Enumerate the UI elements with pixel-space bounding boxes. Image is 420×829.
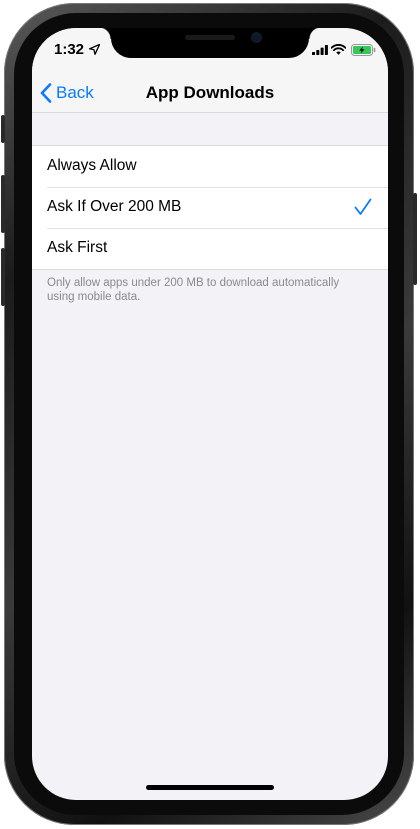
download-options-list: Always Allow Ask If Over 200 MB Ask Firs… <box>32 145 388 270</box>
option-ask-if-over-200mb[interactable]: Ask If Over 200 MB <box>32 187 388 228</box>
wifi-icon <box>331 44 346 55</box>
footnote-text: Only allow apps under 200 MB to download… <box>47 277 340 303</box>
earpiece-speaker <box>185 35 235 40</box>
navigation-bar: Back App Downloads <box>32 72 388 113</box>
option-label: Always Allow <box>47 157 137 174</box>
option-ask-first[interactable]: Ask First <box>32 228 388 269</box>
power-button <box>413 193 417 285</box>
status-time: 1:32 <box>54 41 85 58</box>
checkmark-icon <box>354 198 372 215</box>
front-camera <box>252 33 261 42</box>
screen: 1:32 Back App Downloads Always Allow Ask… <box>32 28 388 800</box>
back-label: Back <box>56 83 94 102</box>
silent-switch <box>1 115 5 143</box>
back-button[interactable]: Back <box>40 81 94 105</box>
location-arrow-icon <box>89 44 100 55</box>
option-label: Ask First <box>47 239 108 256</box>
battery-charging-icon <box>351 44 376 56</box>
volume-up-button <box>1 175 5 233</box>
volume-down-button <box>1 248 5 306</box>
home-indicator[interactable] <box>146 785 274 790</box>
cellular-signal-icon <box>312 45 328 55</box>
chevron-left-icon <box>40 83 52 103</box>
option-always-allow[interactable]: Always Allow <box>32 146 388 187</box>
notch <box>99 28 321 58</box>
option-label: Ask If Over 200 MB <box>47 198 182 215</box>
